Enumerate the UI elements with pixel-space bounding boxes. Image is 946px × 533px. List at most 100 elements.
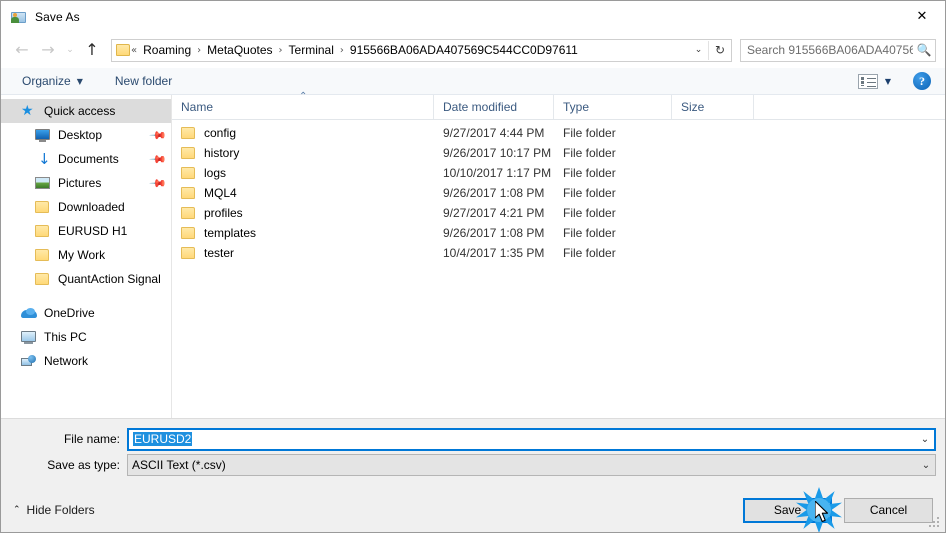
- file-name-input[interactable]: EURUSD2 ⌄: [127, 427, 936, 451]
- table-row[interactable]: tester 10/4/2017 1:35 PM File folder: [172, 243, 945, 263]
- column-header-size[interactable]: Size: [672, 95, 754, 119]
- folder-icon: [35, 271, 51, 287]
- hide-folders-label: Hide Folders: [26, 503, 95, 517]
- sidebar-item-label: Network: [44, 354, 89, 368]
- chevron-down-icon: ▼: [76, 76, 83, 86]
- table-row[interactable]: history 9/26/2017 10:17 PM File folder: [172, 143, 945, 163]
- organize-button[interactable]: Organize ▼: [13, 70, 92, 92]
- chevron-down-icon[interactable]: ⌄: [916, 434, 934, 445]
- breadcrumb-item-metaquotes[interactable]: MetaQuotes: [202, 41, 277, 59]
- file-row-name-cell: templates: [172, 226, 434, 240]
- sidebar-item-documents[interactable]: ↓ Documents 📌: [1, 147, 171, 171]
- file-list-pane: ⌃ Name Date modified Type Size config 9/2…: [172, 92, 945, 418]
- view-layout-icon[interactable]: [857, 73, 878, 89]
- forward-button[interactable]: →: [35, 37, 61, 63]
- sidebar-item-downloaded[interactable]: Downloaded: [1, 195, 171, 219]
- recent-locations-button[interactable]: ⌄: [61, 37, 79, 63]
- sidebar-item-this-pc[interactable]: This PC: [1, 325, 171, 349]
- file-row-type: File folder: [563, 186, 616, 200]
- file-row-type: File folder: [563, 226, 616, 240]
- save-as-type-select[interactable]: ASCII Text (*.csv) ⌄: [127, 454, 936, 476]
- search-placeholder: Search 915566BA06ADA40756...: [747, 43, 913, 57]
- title-bar: Save As ✕: [1, 1, 945, 32]
- pin-icon[interactable]: 📌: [149, 126, 168, 145]
- file-row-date: 9/26/2017 1:08 PM: [443, 226, 545, 240]
- breadcrumb-item-roaming[interactable]: Roaming: [138, 41, 196, 59]
- chevron-down-icon[interactable]: ⌄: [917, 460, 935, 471]
- file-row-name: history: [204, 146, 240, 160]
- close-icon: ✕: [916, 8, 928, 24]
- column-header-date-modified[interactable]: Date modified: [434, 95, 554, 119]
- folder-icon: [181, 167, 195, 179]
- sidebar-item-eurusd-h1[interactable]: EURUSD H1: [1, 219, 171, 243]
- folder-icon: [35, 247, 51, 263]
- back-arrow-icon: ←: [15, 40, 29, 59]
- computer-icon: [21, 329, 37, 345]
- column-header-name[interactable]: ⌃ Name: [172, 92, 434, 119]
- sidebar-item-quick-access[interactable]: ★ Quick access: [1, 99, 171, 123]
- navigation-bar: ← → ⌄ ↑ « Roaming › MetaQuotes › Termina…: [1, 32, 945, 68]
- column-header-type-label: Type: [563, 100, 590, 114]
- address-dropdown-button[interactable]: ⌄: [689, 40, 708, 61]
- folder-icon: [181, 247, 195, 259]
- monitor-icon: [35, 127, 51, 143]
- sidebar-item-quantaction-signal[interactable]: QuantAction Signal: [1, 267, 171, 291]
- save-button[interactable]: Save: [743, 497, 832, 523]
- breadcrumb-overflow-icon[interactable]: «: [130, 45, 138, 56]
- back-button[interactable]: ←: [9, 37, 35, 63]
- close-button[interactable]: ✕: [899, 1, 945, 31]
- view-controls: ▼ ?: [857, 72, 931, 90]
- file-row-name: tester: [204, 246, 235, 260]
- content-area: ★ Quick access Desktop 📌 ↓ Documents 📌 Pictures…: [1, 92, 945, 418]
- column-header-filler: [754, 95, 945, 119]
- resize-grip[interactable]: [929, 517, 941, 529]
- file-row-date: 9/26/2017 1:08 PM: [443, 186, 545, 200]
- table-row[interactable]: config 9/27/2017 4:44 PM File folder: [172, 123, 945, 143]
- column-header-type[interactable]: Type: [554, 95, 672, 119]
- address-bar[interactable]: « Roaming › MetaQuotes › Terminal › 9155…: [111, 38, 732, 62]
- navigation-pane: ★ Quick access Desktop 📌 ↓ Documents 📌 Pictures…: [1, 95, 172, 418]
- column-headers: ⌃ Name Date modified Type Size: [172, 92, 945, 120]
- dialog-buttons: Save Cancel: [743, 497, 933, 523]
- sidebar-item-label: Pictures: [58, 176, 102, 190]
- search-input[interactable]: Search 915566BA06ADA40756... 🔍: [740, 38, 936, 62]
- folder-icon: [116, 44, 130, 56]
- file-row-type: File folder: [563, 146, 616, 160]
- cancel-button[interactable]: Cancel: [844, 497, 933, 523]
- file-row-date: 10/4/2017 1:35 PM: [443, 246, 545, 260]
- footer-bar: ⌃ Hide Folders Save Cancel: [1, 488, 945, 532]
- file-row-name-cell: config: [172, 126, 434, 140]
- sidebar-item-pictures[interactable]: Pictures 📌: [1, 171, 171, 195]
- file-row-type: File folder: [563, 246, 616, 260]
- file-row-type: File folder: [563, 206, 616, 220]
- sidebar-item-onedrive[interactable]: OneDrive: [1, 301, 171, 325]
- save-as-type-value: ASCII Text (*.csv): [132, 458, 226, 472]
- table-row[interactable]: profiles 9/27/2017 4:21 PM File folder: [172, 203, 945, 223]
- star-icon: ★: [21, 103, 34, 119]
- refresh-button[interactable]: ↻: [709, 40, 731, 61]
- file-row-name: profiles: [204, 206, 243, 220]
- save-as-type-label: Save as type:: [47, 458, 120, 472]
- chevron-down-icon[interactable]: ▼: [885, 77, 891, 86]
- sidebar-item-label: Desktop: [58, 128, 103, 142]
- file-name-label: File name:: [63, 432, 120, 446]
- help-button[interactable]: ?: [913, 72, 931, 90]
- breadcrumb-item-guid[interactable]: 915566BA06ADA407569C544CC0D97611: [345, 41, 583, 59]
- download-arrow-icon: ↓: [38, 150, 51, 168]
- new-folder-button[interactable]: New folder: [106, 70, 181, 92]
- sidebar-item-my-work[interactable]: My Work: [1, 243, 171, 267]
- save-as-dialog: Save As ✕ ← → ⌄ ↑ « Roaming › MetaQuotes…: [0, 0, 946, 533]
- table-row[interactable]: templates 9/26/2017 1:08 PM File folder: [172, 223, 945, 243]
- pin-icon[interactable]: 📌: [149, 150, 168, 169]
- sidebar-item-desktop[interactable]: Desktop 📌: [1, 123, 171, 147]
- pin-icon[interactable]: 📌: [149, 174, 168, 193]
- hide-folders-button[interactable]: ⌃ Hide Folders: [13, 503, 95, 517]
- table-row[interactable]: MQL4 9/26/2017 1:08 PM File folder: [172, 183, 945, 203]
- sidebar-item-label: Documents: [58, 152, 119, 166]
- up-button[interactable]: ↑: [79, 37, 105, 63]
- table-row[interactable]: logs 10/10/2017 1:17 PM File folder: [172, 163, 945, 183]
- breadcrumb-item-terminal[interactable]: Terminal: [284, 41, 339, 59]
- file-rows: config 9/27/2017 4:44 PM File folder histor…: [172, 120, 945, 418]
- sidebar-item-network[interactable]: Network: [1, 349, 171, 373]
- sidebar-item-label: EURUSD H1: [58, 224, 128, 238]
